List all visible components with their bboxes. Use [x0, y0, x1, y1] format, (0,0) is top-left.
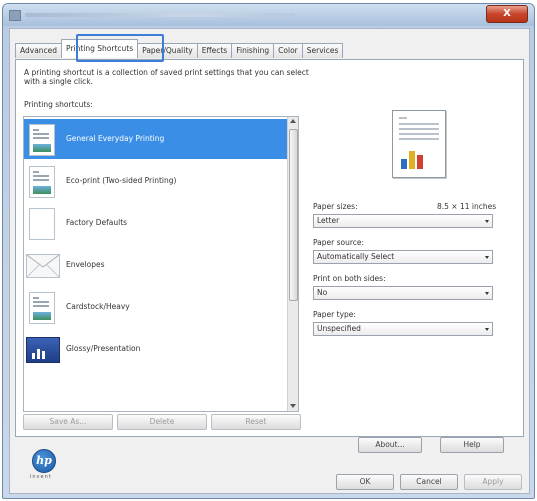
dialog-body: Advanced Printing Shortcuts Paper/Qualit…	[9, 28, 530, 494]
print-both-sides-select[interactable]: No	[313, 286, 493, 300]
paper-source-select[interactable]: Automatically Select	[313, 250, 493, 264]
tab-printing-shortcuts[interactable]: Printing Shortcuts	[61, 39, 139, 58]
paper-size-dimension: 8.5 × 11 inches	[437, 202, 497, 211]
close-button[interactable]: X	[486, 5, 528, 23]
paper-sizes-label: Paper sizes:	[313, 202, 358, 211]
about-button[interactable]: About...	[358, 437, 422, 453]
shortcuts-description: A printing shortcut is a collection of s…	[24, 68, 309, 86]
print-properties-window: X Advanced Printing Shortcuts Paper/Qual…	[2, 3, 535, 499]
tab-strip: Advanced Printing Shortcuts Paper/Qualit…	[15, 39, 344, 58]
shortcuts-list: General Everyday Printing Eco-print (Two…	[23, 116, 299, 412]
shortcut-label: Factory Defaults	[66, 218, 128, 227]
shortcut-envelopes[interactable]: Envelopes	[24, 245, 287, 285]
paper-size-value: Letter	[317, 216, 340, 225]
presentation-icon	[26, 337, 60, 363]
shortcut-label: Glossy/Presentation	[66, 344, 141, 353]
paper-source-value: Automatically Select	[317, 252, 395, 261]
shortcut-button-row: Save As... Delete Reset	[23, 414, 301, 430]
tab-services[interactable]: Services	[301, 43, 344, 58]
printing-shortcuts-panel: A printing shortcut is a collection of s…	[15, 59, 524, 437]
blank-page-icon	[29, 208, 55, 240]
shortcut-label: General Everyday Printing	[66, 134, 165, 143]
printer-icon	[9, 10, 21, 21]
title-bar: X	[3, 4, 534, 26]
paper-source-label: Paper source:	[313, 238, 365, 247]
save-as-button[interactable]: Save As...	[23, 414, 113, 430]
paper-type-select[interactable]: Unspecified	[313, 322, 493, 336]
scroll-down-icon[interactable]	[290, 404, 296, 408]
shortcut-factory-defaults[interactable]: Factory Defaults	[24, 203, 287, 243]
shortcut-cardstock[interactable]: Cardstock/Heavy	[24, 287, 287, 327]
apply-button[interactable]: Apply	[464, 474, 522, 490]
document-icon	[29, 124, 55, 156]
duplex-document-icon	[29, 166, 55, 198]
help-button[interactable]: Help	[440, 437, 504, 453]
shortcut-label: Cardstock/Heavy	[66, 302, 130, 311]
hp-invent-tagline: invent	[30, 474, 52, 480]
reset-button[interactable]: Reset	[211, 414, 301, 430]
paper-size-select[interactable]: Letter	[313, 214, 493, 228]
chevron-down-icon	[485, 220, 489, 223]
chart-icon	[401, 149, 429, 169]
print-both-sides-value: No	[317, 288, 328, 297]
ok-button[interactable]: OK	[336, 474, 394, 490]
tab-effects[interactable]: Effects	[196, 43, 233, 58]
shortcut-glossy[interactable]: Glossy/Presentation	[24, 329, 287, 369]
paper-type-label: Paper type:	[313, 310, 356, 319]
tab-finishing[interactable]: Finishing	[231, 43, 275, 58]
shortcut-eco-print[interactable]: Eco-print (Two-sided Printing)	[24, 161, 287, 201]
print-both-sides-label: Print on both sides:	[313, 274, 386, 283]
cardstock-icon	[29, 292, 55, 324]
tab-color[interactable]: Color	[273, 43, 303, 58]
hp-logo: hp	[32, 449, 56, 473]
paper-type-value: Unspecified	[317, 324, 361, 333]
shortcut-label: Envelopes	[66, 260, 105, 269]
tab-paper-quality[interactable]: Paper/Quality	[137, 43, 198, 58]
window-title	[25, 13, 295, 17]
shortcuts-label: Printing shortcuts:	[24, 100, 93, 109]
envelope-icon	[26, 254, 60, 278]
tab-advanced[interactable]: Advanced	[15, 43, 63, 58]
chevron-down-icon	[485, 328, 489, 331]
shortcuts-scrollbar[interactable]	[287, 117, 298, 411]
cancel-button[interactable]: Cancel	[400, 474, 458, 490]
chevron-down-icon	[485, 256, 489, 259]
delete-button[interactable]: Delete	[117, 414, 207, 430]
shortcut-general-everyday[interactable]: General Everyday Printing	[24, 119, 287, 159]
chevron-down-icon	[485, 292, 489, 295]
scroll-thumb[interactable]	[289, 129, 298, 301]
page-preview	[392, 110, 446, 178]
scroll-up-icon[interactable]	[290, 119, 296, 123]
shortcut-label: Eco-print (Two-sided Printing)	[66, 176, 177, 185]
